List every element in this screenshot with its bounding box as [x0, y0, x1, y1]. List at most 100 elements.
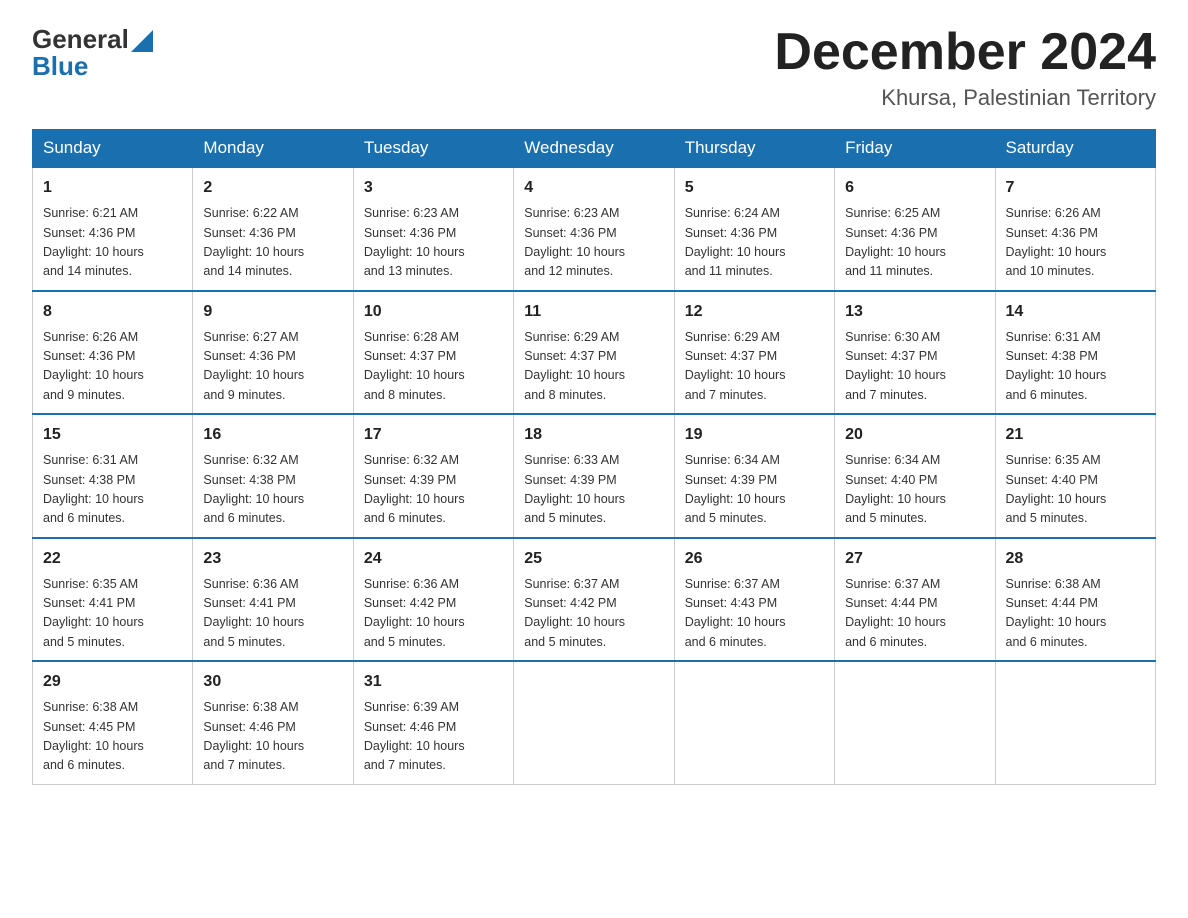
day-info: Sunrise: 6:37 AMSunset: 4:42 PMDaylight:… [524, 575, 663, 653]
calendar-cell: 14 Sunrise: 6:31 AMSunset: 4:38 PMDaylig… [995, 291, 1155, 415]
day-number: 22 [43, 547, 182, 571]
calendar-cell: 21 Sunrise: 6:35 AMSunset: 4:40 PMDaylig… [995, 414, 1155, 538]
day-info: Sunrise: 6:21 AMSunset: 4:36 PMDaylight:… [43, 204, 182, 282]
day-info: Sunrise: 6:28 AMSunset: 4:37 PMDaylight:… [364, 328, 503, 406]
calendar-cell: 18 Sunrise: 6:33 AMSunset: 4:39 PMDaylig… [514, 414, 674, 538]
day-info: Sunrise: 6:22 AMSunset: 4:36 PMDaylight:… [203, 204, 342, 282]
day-number: 27 [845, 547, 984, 571]
calendar-cell: 4 Sunrise: 6:23 AMSunset: 4:36 PMDayligh… [514, 167, 674, 291]
col-header-sunday: Sunday [33, 130, 193, 168]
day-info: Sunrise: 6:36 AMSunset: 4:42 PMDaylight:… [364, 575, 503, 653]
day-info: Sunrise: 6:33 AMSunset: 4:39 PMDaylight:… [524, 451, 663, 529]
calendar-cell: 30 Sunrise: 6:38 AMSunset: 4:46 PMDaylig… [193, 661, 353, 784]
day-number: 17 [364, 423, 503, 447]
title-block: December 2024 Khursa, Palestinian Territ… [774, 24, 1156, 111]
day-info: Sunrise: 6:27 AMSunset: 4:36 PMDaylight:… [203, 328, 342, 406]
calendar-cell [995, 661, 1155, 784]
day-info: Sunrise: 6:35 AMSunset: 4:41 PMDaylight:… [43, 575, 182, 653]
calendar-week-row: 29 Sunrise: 6:38 AMSunset: 4:45 PMDaylig… [33, 661, 1156, 784]
calendar-cell [674, 661, 834, 784]
calendar-table: SundayMondayTuesdayWednesdayThursdayFrid… [32, 129, 1156, 785]
calendar-cell: 22 Sunrise: 6:35 AMSunset: 4:41 PMDaylig… [33, 538, 193, 662]
col-header-wednesday: Wednesday [514, 130, 674, 168]
day-number: 25 [524, 547, 663, 571]
calendar-cell: 17 Sunrise: 6:32 AMSunset: 4:39 PMDaylig… [353, 414, 513, 538]
day-number: 11 [524, 300, 663, 324]
calendar-cell: 5 Sunrise: 6:24 AMSunset: 4:36 PMDayligh… [674, 167, 834, 291]
day-number: 18 [524, 423, 663, 447]
day-info: Sunrise: 6:31 AMSunset: 4:38 PMDaylight:… [43, 451, 182, 529]
day-number: 1 [43, 176, 182, 200]
calendar-week-row: 15 Sunrise: 6:31 AMSunset: 4:38 PMDaylig… [33, 414, 1156, 538]
day-number: 23 [203, 547, 342, 571]
calendar-cell: 27 Sunrise: 6:37 AMSunset: 4:44 PMDaylig… [835, 538, 995, 662]
calendar-header-row: SundayMondayTuesdayWednesdayThursdayFrid… [33, 130, 1156, 168]
calendar-cell: 31 Sunrise: 6:39 AMSunset: 4:46 PMDaylig… [353, 661, 513, 784]
calendar-cell: 23 Sunrise: 6:36 AMSunset: 4:41 PMDaylig… [193, 538, 353, 662]
day-number: 13 [845, 300, 984, 324]
day-info: Sunrise: 6:31 AMSunset: 4:38 PMDaylight:… [1006, 328, 1145, 406]
col-header-thursday: Thursday [674, 130, 834, 168]
day-number: 15 [43, 423, 182, 447]
calendar-cell: 26 Sunrise: 6:37 AMSunset: 4:43 PMDaylig… [674, 538, 834, 662]
day-info: Sunrise: 6:23 AMSunset: 4:36 PMDaylight:… [364, 204, 503, 282]
calendar-cell: 6 Sunrise: 6:25 AMSunset: 4:36 PMDayligh… [835, 167, 995, 291]
day-info: Sunrise: 6:34 AMSunset: 4:39 PMDaylight:… [685, 451, 824, 529]
calendar-cell: 7 Sunrise: 6:26 AMSunset: 4:36 PMDayligh… [995, 167, 1155, 291]
calendar-cell: 2 Sunrise: 6:22 AMSunset: 4:36 PMDayligh… [193, 167, 353, 291]
day-info: Sunrise: 6:30 AMSunset: 4:37 PMDaylight:… [845, 328, 984, 406]
logo-blue: Blue [32, 51, 88, 82]
day-number: 19 [685, 423, 824, 447]
calendar-cell: 28 Sunrise: 6:38 AMSunset: 4:44 PMDaylig… [995, 538, 1155, 662]
day-number: 8 [43, 300, 182, 324]
day-info: Sunrise: 6:34 AMSunset: 4:40 PMDaylight:… [845, 451, 984, 529]
day-info: Sunrise: 6:38 AMSunset: 4:46 PMDaylight:… [203, 698, 342, 776]
day-number: 16 [203, 423, 342, 447]
day-info: Sunrise: 6:23 AMSunset: 4:36 PMDaylight:… [524, 204, 663, 282]
day-info: Sunrise: 6:25 AMSunset: 4:36 PMDaylight:… [845, 204, 984, 282]
calendar-cell: 1 Sunrise: 6:21 AMSunset: 4:36 PMDayligh… [33, 167, 193, 291]
day-info: Sunrise: 6:38 AMSunset: 4:44 PMDaylight:… [1006, 575, 1145, 653]
calendar-cell: 20 Sunrise: 6:34 AMSunset: 4:40 PMDaylig… [835, 414, 995, 538]
calendar-cell: 25 Sunrise: 6:37 AMSunset: 4:42 PMDaylig… [514, 538, 674, 662]
day-info: Sunrise: 6:37 AMSunset: 4:43 PMDaylight:… [685, 575, 824, 653]
page-header: General Blue December 2024 Khursa, Pales… [32, 24, 1156, 111]
day-info: Sunrise: 6:26 AMSunset: 4:36 PMDaylight:… [43, 328, 182, 406]
day-number: 12 [685, 300, 824, 324]
calendar-cell: 11 Sunrise: 6:29 AMSunset: 4:37 PMDaylig… [514, 291, 674, 415]
col-header-saturday: Saturday [995, 130, 1155, 168]
calendar-cell: 12 Sunrise: 6:29 AMSunset: 4:37 PMDaylig… [674, 291, 834, 415]
day-number: 7 [1006, 176, 1145, 200]
day-number: 10 [364, 300, 503, 324]
calendar-cell: 8 Sunrise: 6:26 AMSunset: 4:36 PMDayligh… [33, 291, 193, 415]
month-year-title: December 2024 [774, 24, 1156, 81]
col-header-friday: Friday [835, 130, 995, 168]
location-title: Khursa, Palestinian Territory [774, 85, 1156, 111]
logo-triangle-icon [131, 30, 153, 52]
day-number: 9 [203, 300, 342, 324]
calendar-week-row: 8 Sunrise: 6:26 AMSunset: 4:36 PMDayligh… [33, 291, 1156, 415]
calendar-week-row: 22 Sunrise: 6:35 AMSunset: 4:41 PMDaylig… [33, 538, 1156, 662]
day-number: 31 [364, 670, 503, 694]
calendar-cell [514, 661, 674, 784]
day-number: 29 [43, 670, 182, 694]
day-info: Sunrise: 6:32 AMSunset: 4:38 PMDaylight:… [203, 451, 342, 529]
day-number: 4 [524, 176, 663, 200]
day-number: 26 [685, 547, 824, 571]
day-number: 28 [1006, 547, 1145, 571]
day-info: Sunrise: 6:36 AMSunset: 4:41 PMDaylight:… [203, 575, 342, 653]
day-number: 5 [685, 176, 824, 200]
calendar-cell: 16 Sunrise: 6:32 AMSunset: 4:38 PMDaylig… [193, 414, 353, 538]
day-info: Sunrise: 6:24 AMSunset: 4:36 PMDaylight:… [685, 204, 824, 282]
col-header-tuesday: Tuesday [353, 130, 513, 168]
day-number: 3 [364, 176, 503, 200]
day-info: Sunrise: 6:29 AMSunset: 4:37 PMDaylight:… [524, 328, 663, 406]
day-info: Sunrise: 6:32 AMSunset: 4:39 PMDaylight:… [364, 451, 503, 529]
calendar-week-row: 1 Sunrise: 6:21 AMSunset: 4:36 PMDayligh… [33, 167, 1156, 291]
calendar-cell: 3 Sunrise: 6:23 AMSunset: 4:36 PMDayligh… [353, 167, 513, 291]
day-info: Sunrise: 6:35 AMSunset: 4:40 PMDaylight:… [1006, 451, 1145, 529]
col-header-monday: Monday [193, 130, 353, 168]
day-number: 24 [364, 547, 503, 571]
day-info: Sunrise: 6:29 AMSunset: 4:37 PMDaylight:… [685, 328, 824, 406]
day-info: Sunrise: 6:26 AMSunset: 4:36 PMDaylight:… [1006, 204, 1145, 282]
